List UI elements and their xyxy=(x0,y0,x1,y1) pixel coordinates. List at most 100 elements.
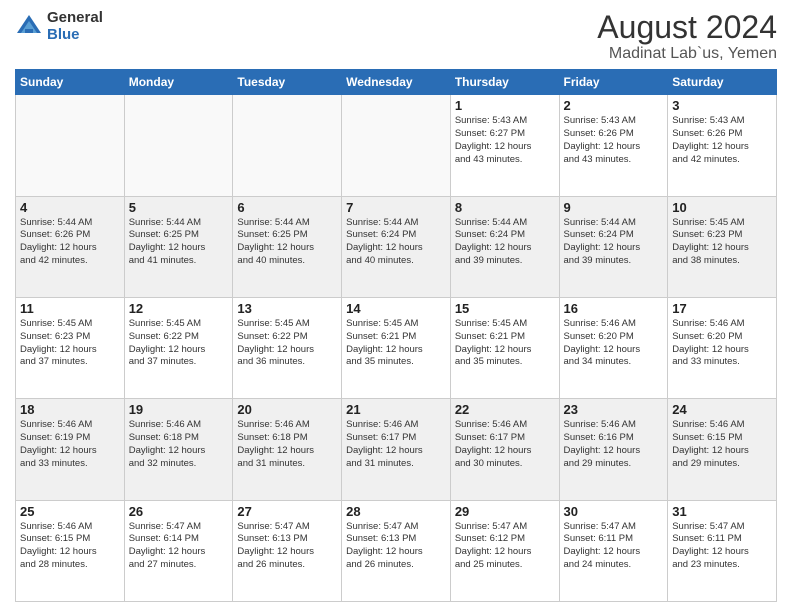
day-number: 2 xyxy=(564,98,664,113)
calendar-cell: 9 Sunrise: 5:44 AM Sunset: 6:24 PM Daylig… xyxy=(559,196,668,297)
calendar-week-2: 4 Sunrise: 5:44 AM Sunset: 6:26 PM Daylig… xyxy=(16,196,777,297)
day-info: Sunrise: 5:45 AM Sunset: 6:23 PM Dayligh… xyxy=(20,318,120,369)
calendar-cell: 22 Sunrise: 5:46 AM Sunset: 6:17 PM Dayli… xyxy=(450,399,559,500)
day-number: 27 xyxy=(237,504,337,519)
day-info: Sunrise: 5:44 AM Sunset: 6:24 PM Dayligh… xyxy=(346,217,446,268)
day-number: 28 xyxy=(346,504,446,519)
day-info: Sunrise: 5:47 AM Sunset: 6:11 PM Dayligh… xyxy=(672,521,772,572)
calendar-cell: 5 Sunrise: 5:44 AM Sunset: 6:25 PM Daylig… xyxy=(124,196,233,297)
calendar-cell: 28 Sunrise: 5:47 AM Sunset: 6:13 PM Dayli… xyxy=(342,500,451,601)
calendar-cell: 26Sunrise: 5:47 AM Sunset: 6:14 PM Dayli… xyxy=(124,500,233,601)
day-header-saturday: Saturday xyxy=(668,70,777,95)
day-info: Sunrise: 5:46 AM Sunset: 6:15 PM Dayligh… xyxy=(20,521,120,572)
day-number: 1 xyxy=(455,98,555,113)
day-number: 24 xyxy=(672,402,772,417)
day-info: Sunrise: 5:45 AM Sunset: 6:22 PM Dayligh… xyxy=(129,318,229,369)
day-info: Sunrise: 5:44 AM Sunset: 6:26 PM Dayligh… xyxy=(20,217,120,268)
calendar-cell: 8Sunrise: 5:44 AM Sunset: 6:24 PM Daylig… xyxy=(450,196,559,297)
calendar-cell: 17Sunrise: 5:46 AM Sunset: 6:20 PM Dayli… xyxy=(668,297,777,398)
day-number: 14 xyxy=(346,301,446,316)
calendar-cell: 11Sunrise: 5:45 AM Sunset: 6:23 PM Dayli… xyxy=(16,297,125,398)
day-number: 30 xyxy=(564,504,664,519)
day-info: Sunrise: 5:45 AM Sunset: 6:21 PM Dayligh… xyxy=(455,318,555,369)
calendar-cell: 31 Sunrise: 5:47 AM Sunset: 6:11 PM Dayli… xyxy=(668,500,777,601)
day-info: Sunrise: 5:45 AM Sunset: 6:22 PM Dayligh… xyxy=(237,318,337,369)
day-header-sunday: Sunday xyxy=(16,70,125,95)
page: General Blue August 2024 Madinat Lab`us,… xyxy=(0,0,792,612)
main-title: August 2024 xyxy=(597,10,777,45)
day-info: Sunrise: 5:43 AM Sunset: 6:26 PM Dayligh… xyxy=(672,115,772,166)
day-number: 21 xyxy=(346,402,446,417)
calendar-cell: 1 Sunrise: 5:43 AM Sunset: 6:27 PM Daylig… xyxy=(450,95,559,196)
day-info: Sunrise: 5:47 AM Sunset: 6:12 PM Dayligh… xyxy=(455,521,555,572)
day-number: 4 xyxy=(20,200,120,215)
calendar-week-1: 1 Sunrise: 5:43 AM Sunset: 6:27 PM Daylig… xyxy=(16,95,777,196)
day-number: 16 xyxy=(564,301,664,316)
calendar-cell: 18 Sunrise: 5:46 AM Sunset: 6:19 PM Dayli… xyxy=(16,399,125,500)
day-info: Sunrise: 5:44 AM Sunset: 6:25 PM Dayligh… xyxy=(129,217,229,268)
calendar-cell: 10 Sunrise: 5:45 AM Sunset: 6:23 PM Dayli… xyxy=(668,196,777,297)
day-info: Sunrise: 5:46 AM Sunset: 6:19 PM Dayligh… xyxy=(20,419,120,470)
day-info: Sunrise: 5:45 AM Sunset: 6:23 PM Dayligh… xyxy=(672,217,772,268)
day-info: Sunrise: 5:43 AM Sunset: 6:27 PM Dayligh… xyxy=(455,115,555,166)
day-info: Sunrise: 5:47 AM Sunset: 6:13 PM Dayligh… xyxy=(237,521,337,572)
calendar-cell: 3Sunrise: 5:43 AM Sunset: 6:26 PM Daylig… xyxy=(668,95,777,196)
day-number: 18 xyxy=(20,402,120,417)
calendar-cell: 19 Sunrise: 5:46 AM Sunset: 6:18 PM Dayli… xyxy=(124,399,233,500)
logo-icon xyxy=(15,13,43,41)
calendar-cell: 27 Sunrise: 5:47 AM Sunset: 6:13 PM Dayli… xyxy=(233,500,342,601)
calendar-week-4: 18 Sunrise: 5:46 AM Sunset: 6:19 PM Dayli… xyxy=(16,399,777,500)
calendar-cell: 13Sunrise: 5:45 AM Sunset: 6:22 PM Dayli… xyxy=(233,297,342,398)
day-info: Sunrise: 5:47 AM Sunset: 6:11 PM Dayligh… xyxy=(564,521,664,572)
calendar-cell xyxy=(124,95,233,196)
day-number: 9 xyxy=(564,200,664,215)
calendar-cell xyxy=(233,95,342,196)
calendar-cell: 16Sunrise: 5:46 AM Sunset: 6:20 PM Dayli… xyxy=(559,297,668,398)
calendar-cell: 14Sunrise: 5:45 AM Sunset: 6:21 PM Dayli… xyxy=(342,297,451,398)
calendar-cell: 30 Sunrise: 5:47 AM Sunset: 6:11 PM Dayli… xyxy=(559,500,668,601)
day-number: 8 xyxy=(455,200,555,215)
day-number: 6 xyxy=(237,200,337,215)
title-block: August 2024 Madinat Lab`us, Yemen xyxy=(597,10,777,63)
logo-general-text: General xyxy=(47,10,103,27)
day-header-wednesday: Wednesday xyxy=(342,70,451,95)
calendar-cell: 21 Sunrise: 5:46 AM Sunset: 6:17 PM Dayli… xyxy=(342,399,451,500)
calendar-cell: 6 Sunrise: 5:44 AM Sunset: 6:25 PM Daylig… xyxy=(233,196,342,297)
day-number: 31 xyxy=(672,504,772,519)
day-number: 5 xyxy=(129,200,229,215)
day-number: 26 xyxy=(129,504,229,519)
calendar-cell: 24 Sunrise: 5:46 AM Sunset: 6:15 PM Dayli… xyxy=(668,399,777,500)
calendar-cell: 7 Sunrise: 5:44 AM Sunset: 6:24 PM Daylig… xyxy=(342,196,451,297)
day-number: 23 xyxy=(564,402,664,417)
day-info: Sunrise: 5:44 AM Sunset: 6:25 PM Dayligh… xyxy=(237,217,337,268)
calendar-cell: 4 Sunrise: 5:44 AM Sunset: 6:26 PM Daylig… xyxy=(16,196,125,297)
header: General Blue August 2024 Madinat Lab`us,… xyxy=(15,10,777,63)
calendar-cell: 2Sunrise: 5:43 AM Sunset: 6:26 PM Daylig… xyxy=(559,95,668,196)
calendar-cell: 20Sunrise: 5:46 AM Sunset: 6:18 PM Dayli… xyxy=(233,399,342,500)
day-number: 20 xyxy=(237,402,337,417)
day-header-tuesday: Tuesday xyxy=(233,70,342,95)
day-header-friday: Friday xyxy=(559,70,668,95)
calendar-cell: 12 Sunrise: 5:45 AM Sunset: 6:22 PM Dayli… xyxy=(124,297,233,398)
day-header-thursday: Thursday xyxy=(450,70,559,95)
calendar-cell: 23Sunrise: 5:46 AM Sunset: 6:16 PM Dayli… xyxy=(559,399,668,500)
day-number: 17 xyxy=(672,301,772,316)
day-header-monday: Monday xyxy=(124,70,233,95)
day-number: 7 xyxy=(346,200,446,215)
day-info: Sunrise: 5:46 AM Sunset: 6:17 PM Dayligh… xyxy=(346,419,446,470)
day-info: Sunrise: 5:44 AM Sunset: 6:24 PM Dayligh… xyxy=(564,217,664,268)
logo-text: General Blue xyxy=(47,10,103,43)
day-number: 22 xyxy=(455,402,555,417)
day-number: 19 xyxy=(129,402,229,417)
sub-title: Madinat Lab`us, Yemen xyxy=(597,45,777,63)
day-info: Sunrise: 5:46 AM Sunset: 6:15 PM Dayligh… xyxy=(672,419,772,470)
day-number: 10 xyxy=(672,200,772,215)
calendar-cell: 15Sunrise: 5:45 AM Sunset: 6:21 PM Dayli… xyxy=(450,297,559,398)
calendar-week-5: 25Sunrise: 5:46 AM Sunset: 6:15 PM Dayli… xyxy=(16,500,777,601)
day-number: 12 xyxy=(129,301,229,316)
day-info: Sunrise: 5:46 AM Sunset: 6:18 PM Dayligh… xyxy=(129,419,229,470)
day-info: Sunrise: 5:47 AM Sunset: 6:13 PM Dayligh… xyxy=(346,521,446,572)
logo-blue-text: Blue xyxy=(47,27,103,44)
calendar-week-3: 11Sunrise: 5:45 AM Sunset: 6:23 PM Dayli… xyxy=(16,297,777,398)
day-info: Sunrise: 5:46 AM Sunset: 6:17 PM Dayligh… xyxy=(455,419,555,470)
